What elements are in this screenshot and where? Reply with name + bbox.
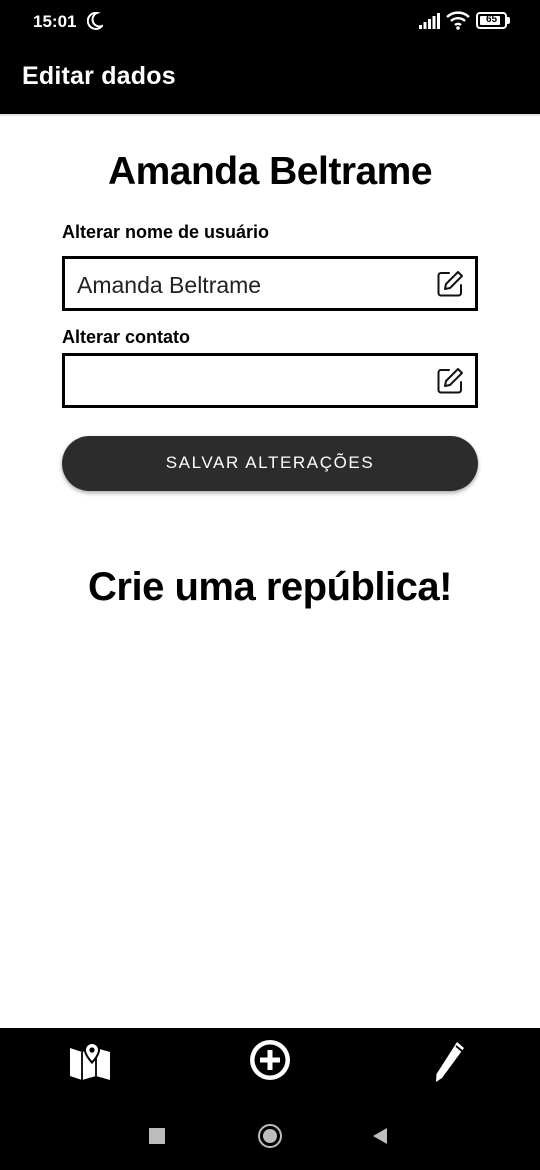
status-time: 15:01 (33, 12, 77, 31)
battery-icon: 65 (476, 12, 510, 29)
home-dot (263, 1129, 277, 1143)
edit-icon[interactable] (435, 269, 465, 299)
battery-level: 65 (485, 14, 498, 25)
edit-icon[interactable] (435, 366, 465, 396)
map-pin-icon[interactable] (66, 1038, 114, 1086)
recents-button[interactable] (149, 1128, 165, 1144)
app-bar: Editar dados (0, 44, 540, 114)
contact-field[interactable] (62, 353, 478, 408)
profile-name: Amanda Beltrame (107, 150, 433, 193)
add-circle-icon[interactable] (246, 1038, 294, 1086)
username-label: Alterar nome de usuário (62, 222, 270, 242)
page-title: Editar dados (22, 62, 176, 90)
wifi-icon (446, 11, 470, 30)
system-nav (0, 1098, 540, 1170)
create-republic-heading: Crie uma república! (88, 565, 452, 609)
app-bar-shadow (0, 114, 540, 117)
pencil-icon[interactable] (428, 1038, 476, 1086)
moon-icon (87, 12, 103, 30)
signal-icon (419, 13, 440, 29)
home-button[interactable] (258, 1124, 282, 1148)
username-value[interactable]: Amanda Beltrame (77, 272, 261, 299)
bottom-nav (0, 1028, 540, 1098)
contact-label: Alterar contato (62, 327, 191, 347)
save-button-label: SALVAR ALTERAÇÕES (165, 453, 375, 472)
save-button[interactable]: SALVAR ALTERAÇÕES (62, 436, 478, 491)
back-icon[interactable] (371, 1127, 389, 1145)
status-bar: 15:01 65 (0, 0, 540, 44)
username-field[interactable]: Amanda Beltrame (62, 256, 478, 311)
